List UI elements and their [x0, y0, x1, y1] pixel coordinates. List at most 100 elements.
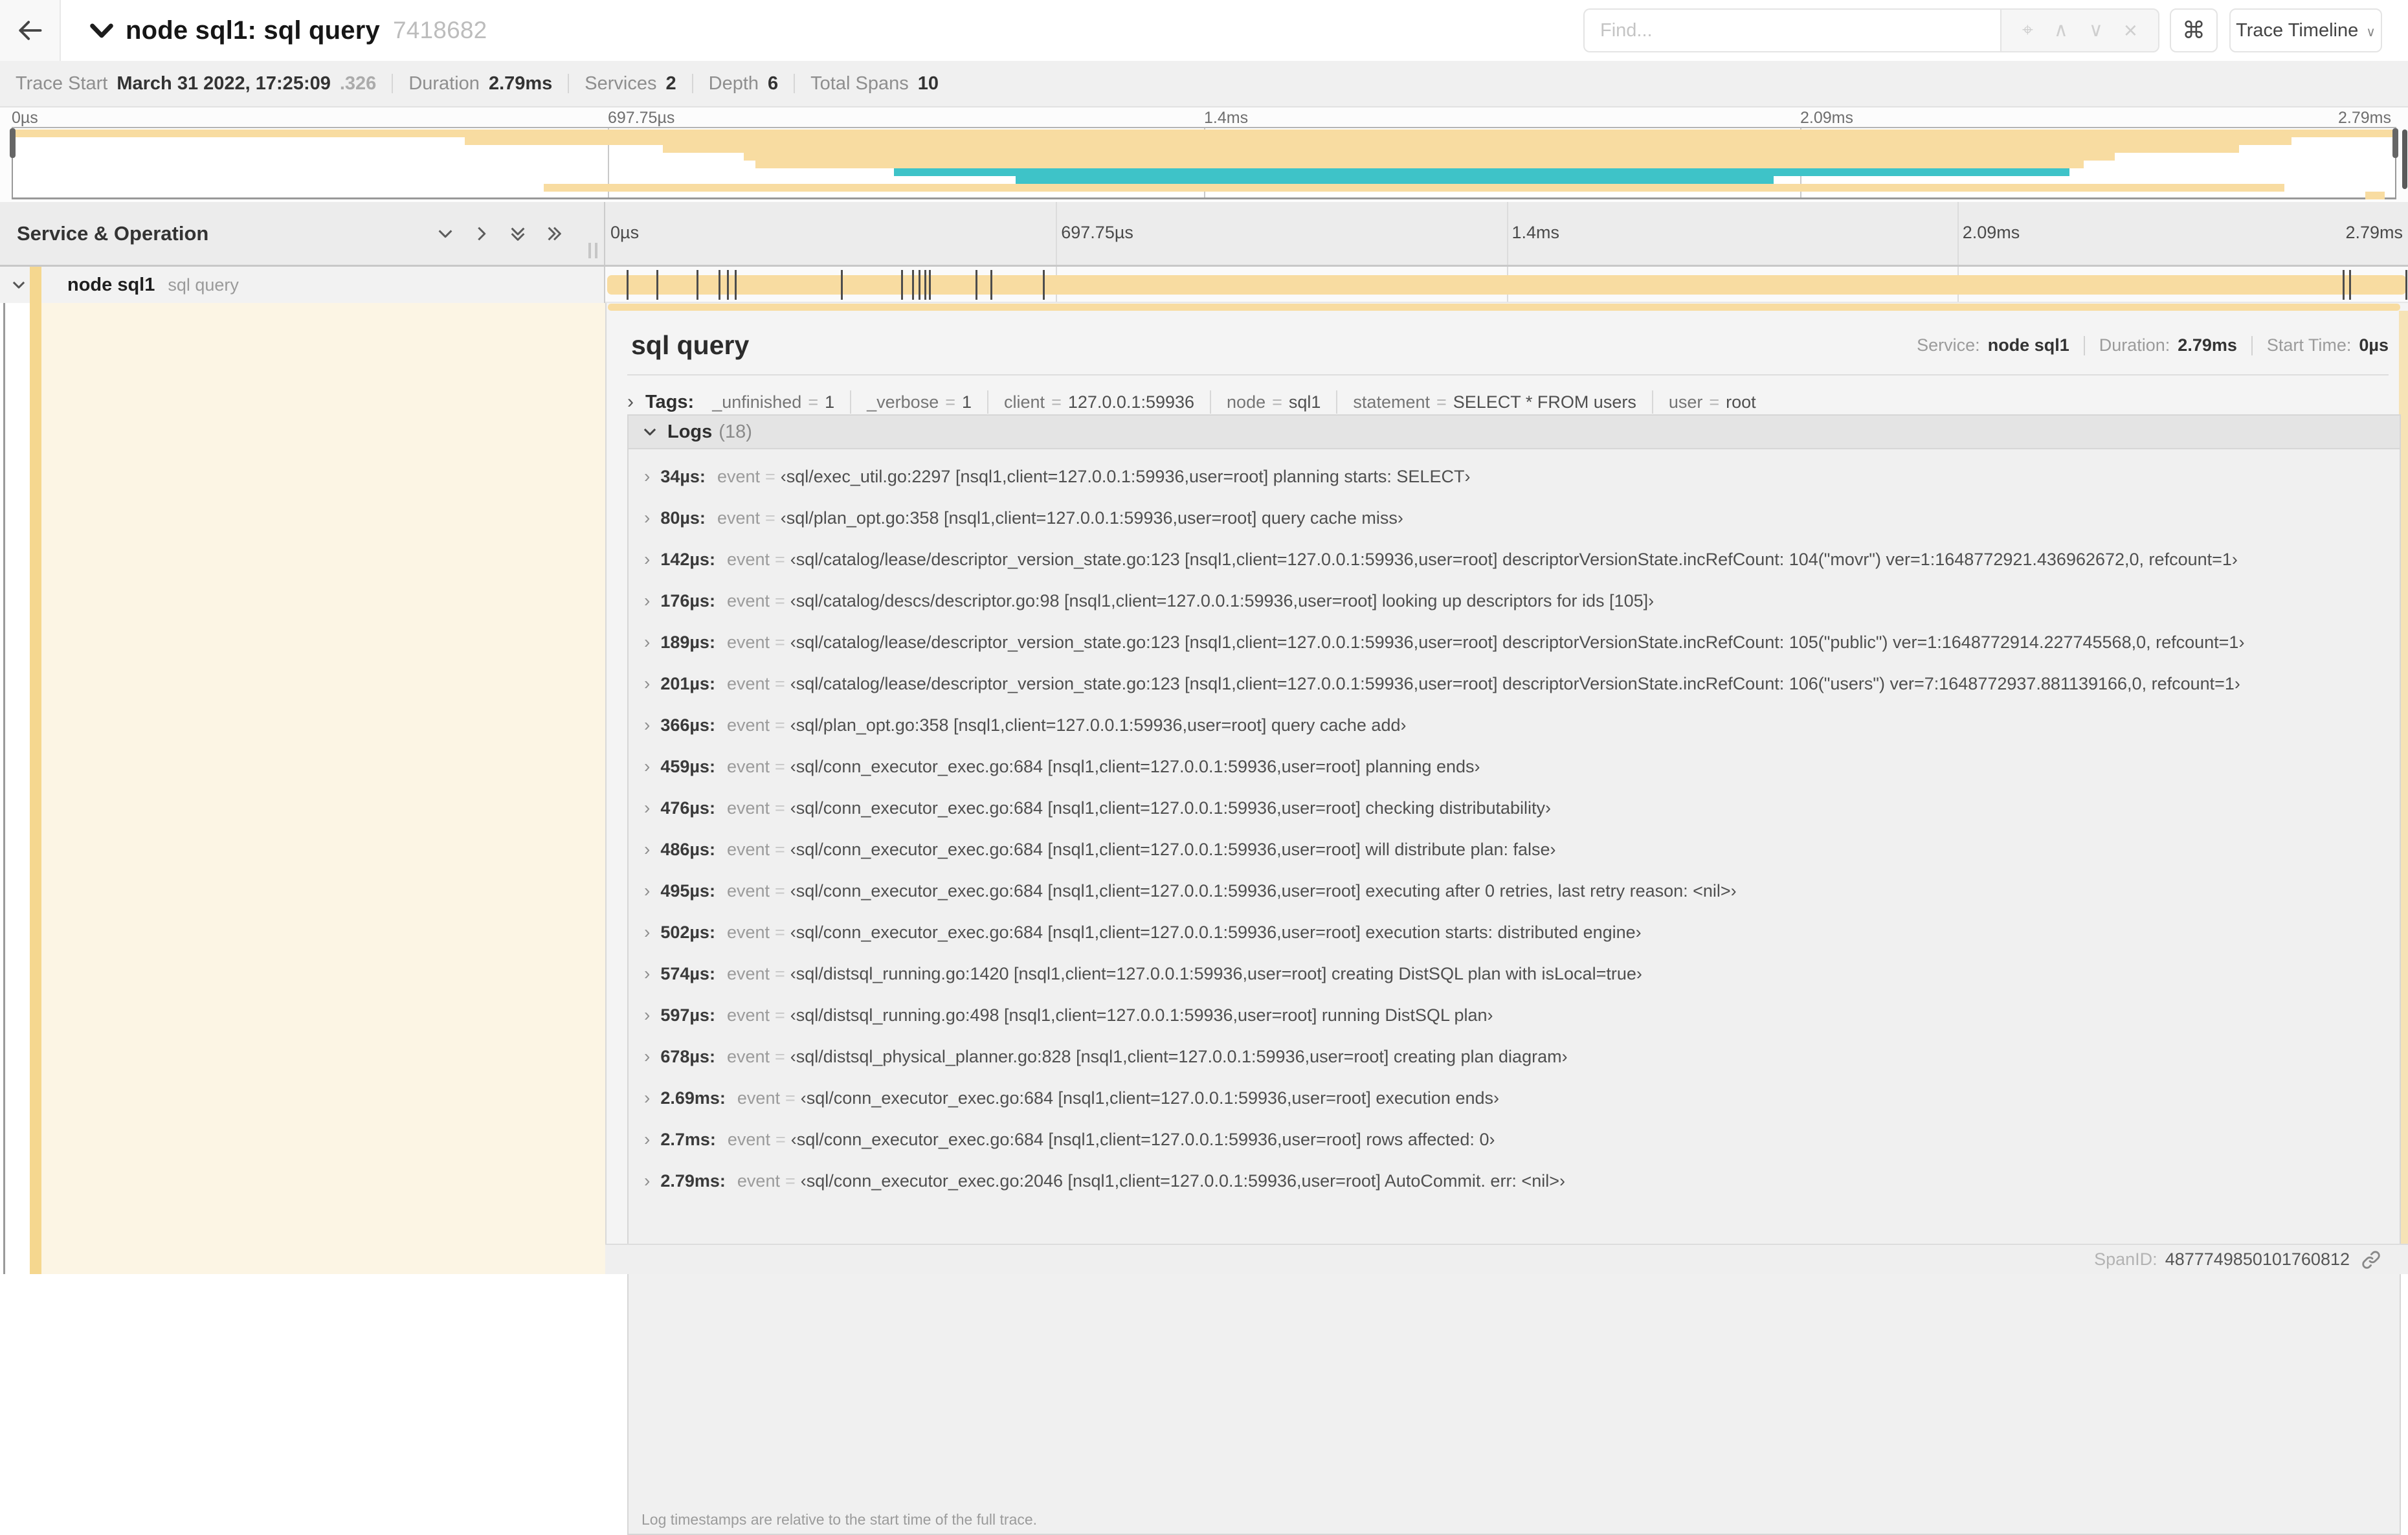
span-row-name-cell[interactable]: node sql1 sql query: [0, 267, 605, 303]
equals-sign: =: [775, 549, 785, 569]
chevron-right-icon: ›: [644, 466, 651, 486]
log-entry[interactable]: › 486µs: event = ‹sql/conn_executor_exec.go:…: [644, 833, 2393, 866]
log-entry[interactable]: › 189µs: event = ‹sql/catalog/lease/descript…: [644, 625, 2393, 659]
trace-summary-item: Depth 6: [709, 73, 779, 95]
log-message: ‹sql/distsql_physical_planner.go:828 [ns…: [790, 1046, 1568, 1066]
log-entry[interactable]: › 80µs: event = ‹sql/plan_opt.go:358 [nsql1,…: [644, 501, 2393, 535]
minimap-time-axis: 0µs 697.75µs 1.4ms 2.09ms 2.79ms: [12, 109, 2396, 127]
trace-minimap[interactable]: 0µs 697.75µs 1.4ms 2.09ms 2.79ms: [0, 107, 2408, 202]
log-timestamp: 80µs:: [660, 508, 706, 528]
command-icon: ⌘: [2182, 17, 2205, 43]
minimap-span: [743, 153, 2115, 161]
chevron-down-icon: ∨: [2366, 25, 2376, 39]
find-prev-icon[interactable]: ∧: [2054, 21, 2068, 40]
logs-label: Logs: [667, 421, 713, 442]
tag-key: _unfinished: [712, 392, 802, 412]
log-field-name: event: [727, 1129, 770, 1149]
view-dropdown-label: Trace Timeline: [2236, 19, 2359, 41]
focus-crosshair-icon[interactable]: ⌖: [2022, 21, 2033, 40]
chevron-right-icon: ›: [644, 756, 651, 776]
log-entry[interactable]: › 142µs: event = ‹sql/catalog/lease/descript…: [644, 543, 2393, 576]
chevron-right-icon: ›: [644, 715, 651, 735]
timeline-tick-label: 1.4ms: [1511, 223, 1560, 242]
minimap-graph[interactable]: [10, 127, 2398, 199]
equals-sign: =: [775, 590, 785, 611]
log-entry[interactable]: › 2.79ms: event = ‹sql/conn_executor_exec.go…: [644, 1164, 2393, 1198]
tags-section-toggle[interactable]: › Tags: _unfinished = 1 _verbose = 1 client = 12…: [627, 386, 1756, 418]
equals-sign: =: [1436, 392, 1447, 412]
chevron-right-icon: ›: [644, 798, 651, 818]
expand-one-icon[interactable]: [472, 224, 491, 243]
log-field-name: event: [717, 466, 760, 486]
log-entry[interactable]: › 597µs: event = ‹sql/distsql_running.go:498…: [644, 998, 2393, 1032]
log-field-name: event: [726, 590, 770, 611]
minimap-span: [662, 145, 2239, 153]
logs-count: (18): [719, 421, 752, 442]
separator: [1210, 390, 1212, 414]
summary-value: 6: [768, 73, 779, 94]
minimap-tick-label: 1.4ms: [1204, 109, 1249, 127]
log-entry[interactable]: › 574µs: event = ‹sql/distsql_running.go:142…: [644, 957, 2393, 991]
trace-summary-item: Total Spans 10: [810, 73, 939, 95]
keyboard-shortcuts-button[interactable]: ⌘: [2170, 8, 2218, 52]
equals-sign: =: [775, 673, 785, 693]
log-field-name: event: [726, 1005, 770, 1025]
deep-link-icon[interactable]: [2360, 1249, 2382, 1271]
minimap-left-grip[interactable]: [10, 128, 16, 158]
tag-key: statement: [1353, 392, 1430, 412]
minimap-right-grip[interactable]: [2392, 128, 2398, 158]
log-marker: [975, 270, 977, 300]
find-clear-icon[interactable]: ×: [2124, 19, 2137, 42]
log-entry[interactable]: › 2.69ms: event = ‹sql/conn_executor_exec.go…: [644, 1081, 2393, 1115]
log-entry[interactable]: › 34µs: event = ‹sql/exec_util.go:2297 [nsql…: [644, 460, 2393, 493]
collapse-all-icon[interactable]: [436, 224, 455, 243]
separator: [691, 74, 693, 93]
log-entry[interactable]: › 502µs: event = ‹sql/conn_executor_exec.go:…: [644, 915, 2393, 949]
timeline-time-axis: 0µs 697.75µs 1.4ms 2.09ms 2.79ms: [605, 202, 2408, 265]
log-message: ‹sql/plan_opt.go:358 [nsql1,client=127.0…: [790, 715, 1407, 735]
equals-sign: =: [775, 756, 785, 776]
find-next-icon[interactable]: ∨: [2089, 21, 2103, 40]
separator: [850, 390, 852, 414]
log-marker: [990, 270, 992, 300]
equals-sign: =: [765, 466, 775, 486]
equals-sign: =: [785, 1171, 796, 1191]
log-entry[interactable]: › 476µs: event = ‹sql/conn_executor_exec.go:…: [644, 791, 2393, 825]
log-entry[interactable]: › 495µs: event = ‹sql/conn_executor_exec.go:…: [644, 874, 2393, 908]
span-duration-bar[interactable]: [607, 275, 2406, 295]
back-button[interactable]: [0, 0, 61, 61]
log-entry[interactable]: › 176µs: event = ‹sql/catalog/descs/descript…: [644, 584, 2393, 618]
trace-collapse-chevron-icon[interactable]: [87, 16, 117, 46]
meta-value: node sql1: [1987, 335, 2069, 355]
view-options-dropdown[interactable]: Trace Timeline ∨: [2229, 8, 2382, 52]
log-marker: [734, 270, 737, 300]
log-entry[interactable]: › 201µs: event = ‹sql/catalog/lease/descript…: [644, 667, 2393, 700]
meta-value: 0µs: [2359, 335, 2389, 355]
span-operation-name: sql query: [168, 275, 239, 295]
equals-sign: =: [775, 1046, 785, 1066]
equals-sign: =: [775, 798, 785, 818]
back-arrow-icon: [19, 21, 42, 40]
expand-deep-icon[interactable]: [544, 224, 564, 243]
find-input[interactable]: [1583, 8, 2000, 52]
span-row-timeline-cell[interactable]: [605, 267, 2408, 303]
log-entry[interactable]: › 678µs: event = ‹sql/distsql_physical_plann…: [644, 1040, 2393, 1073]
column-resize-handle[interactable]: [588, 243, 597, 258]
log-field-name: event: [726, 963, 770, 983]
tag-key: node: [1227, 392, 1266, 412]
span-collapse-chevron-icon[interactable]: [10, 276, 27, 293]
log-entry[interactable]: › 459µs: event = ‹sql/conn_executor_exec.go:…: [644, 750, 2393, 783]
scrollbar-thumb[interactable]: [2402, 129, 2407, 189]
log-entry[interactable]: › 2.7ms: event = ‹sql/conn_executor_exec.go:…: [644, 1123, 2393, 1156]
separator: [2251, 335, 2253, 355]
chevron-right-icon: ›: [644, 963, 651, 983]
logs-section-toggle[interactable]: Logs (18): [629, 416, 2400, 449]
trace-summary-bar: Trace Start March 31 2022, 17:25:09 .326 Du…: [0, 61, 2408, 107]
log-message: ‹sql/conn_executor_exec.go:2046 [nsql1,c…: [800, 1171, 1565, 1191]
tag-value: sql1: [1288, 392, 1321, 412]
log-entry[interactable]: › 366µs: event = ‹sql/plan_opt.go:358 [nsql1…: [644, 708, 2393, 742]
timeline-header-row: Service & Operation 0µs 697.75µs 1.4ms 2.09…: [0, 202, 2408, 267]
log-message: ‹sql/conn_executor_exec.go:684 [nsql1,cl…: [790, 922, 1642, 942]
collapse-deep-icon[interactable]: [508, 224, 528, 243]
minimap-span: [543, 184, 2284, 192]
